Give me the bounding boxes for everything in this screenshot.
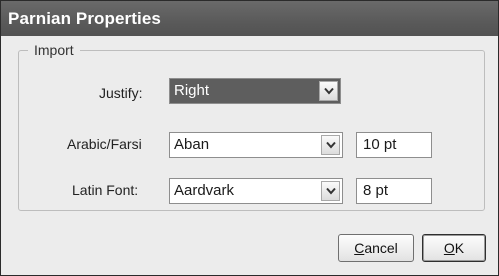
- latin-font-size-input[interactable]: 8 pt: [356, 178, 432, 204]
- latin-font-value: Aardvark: [174, 182, 235, 199]
- arabic-farsi-dropdown-button[interactable]: [321, 135, 340, 155]
- arabic-farsi-label: Arabic/Farsi: [67, 136, 142, 152]
- justify-value: Right: [174, 82, 210, 99]
- latin-font-dropdown-button[interactable]: [321, 181, 340, 201]
- latin-font-label: Latin Font:: [72, 182, 139, 198]
- latin-font-size-value: 8 pt: [363, 182, 389, 199]
- title-bar[interactable]: Parnian Properties: [1, 1, 498, 36]
- properties-dialog: Parnian Properties Import Justify: Right…: [0, 0, 499, 276]
- justify-label: Justify:: [99, 85, 143, 101]
- chevron-down-icon: [326, 141, 336, 149]
- cancel-button[interactable]: Cancel: [338, 234, 414, 262]
- import-group-legend: Import: [28, 41, 80, 59]
- justify-dropdown[interactable]: Right: [169, 78, 341, 104]
- ok-button[interactable]: OK: [422, 234, 486, 262]
- arabic-farsi-size-value: 10 pt: [363, 136, 397, 153]
- dialog-title: Parnian Properties: [8, 9, 161, 28]
- latin-font-dropdown[interactable]: Aardvark: [169, 178, 343, 204]
- ok-mnemonic: O: [443, 240, 455, 256]
- arabic-farsi-font-dropdown[interactable]: Aban: [169, 132, 343, 158]
- cancel-label-rest: ancel: [364, 240, 398, 256]
- arabic-farsi-font-value: Aban: [174, 136, 210, 153]
- arabic-farsi-size-input[interactable]: 10 pt: [356, 132, 432, 158]
- chevron-down-icon: [326, 187, 336, 195]
- justify-dropdown-button[interactable]: [319, 81, 338, 101]
- ok-label-rest: K: [454, 240, 465, 256]
- cancel-mnemonic: C: [354, 240, 365, 256]
- chevron-down-icon: [324, 87, 334, 95]
